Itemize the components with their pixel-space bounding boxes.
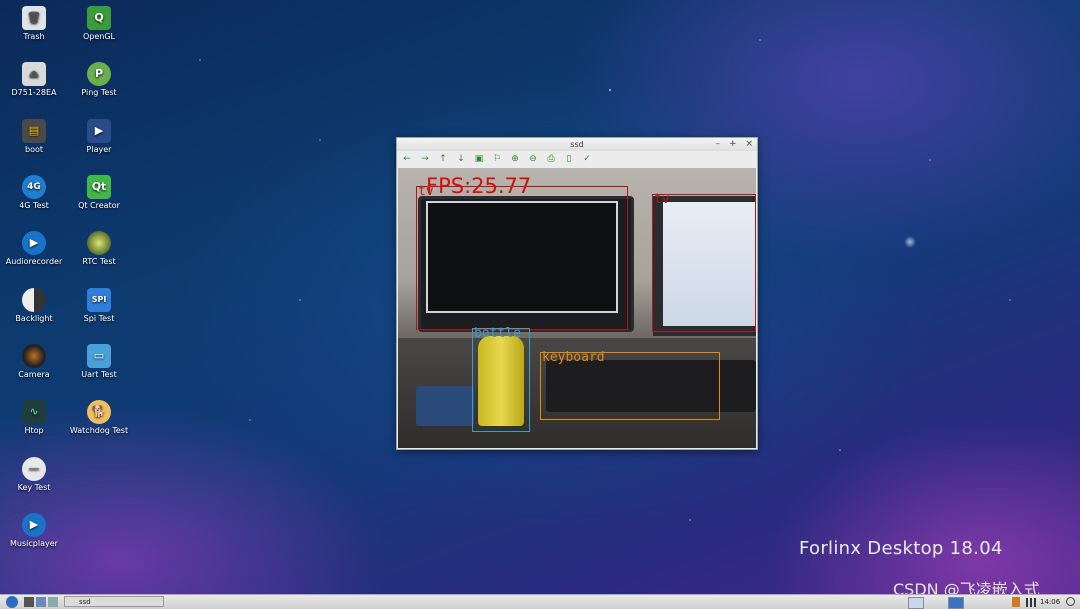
close-button[interactable]: × <box>745 139 753 149</box>
uart-icon: ▭ <box>87 344 111 368</box>
minimize-button[interactable]: – <box>716 139 721 149</box>
show-desktop-icon[interactable] <box>48 597 58 607</box>
clock[interactable]: 14:06 <box>1040 595 1060 609</box>
desktop-icon-qt[interactable]: Qt Qt Creator <box>67 175 131 211</box>
zoom-out-icon[interactable]: ⊖ <box>527 153 539 165</box>
usb-drive-icon: ⏏ <box>22 62 46 86</box>
camera-view: tv tv bottle keyboard FPS:25.77 <box>398 168 756 448</box>
ssd-window[interactable]: ssd – + × ← → ↑ ↓ ▣ ⚐ ⊕ ⊖ ⎙ ▯ ✓ tv tv bo… <box>396 137 758 450</box>
window-titlebar[interactable]: ssd – + × <box>397 138 757 151</box>
desktop-icon-musicplayer[interactable]: ▶ Musicplayer <box>2 513 66 549</box>
player-icon: ▶ <box>87 119 111 143</box>
pan-right-icon[interactable]: → <box>419 153 431 165</box>
board-object <box>416 386 474 426</box>
detection-label-tv-2: tv <box>654 192 670 207</box>
4g-icon: 4G <box>22 175 46 199</box>
music-icon: ▶ <box>22 513 46 537</box>
audio-icon: ▶ <box>22 231 46 255</box>
desktop-icon-backlight[interactable]: Backlight <box>2 288 66 324</box>
taskbar: ssd 14:06 <box>0 594 1080 609</box>
image-toolbar: ← → ↑ ↓ ▣ ⚐ ⊕ ⊖ ⎙ ▯ ✓ <box>397 151 757 167</box>
volume-icon[interactable] <box>1012 597 1020 607</box>
opengl-icon: Q <box>87 6 111 30</box>
desktop-icon-htop[interactable]: ∿ Htop <box>2 400 66 436</box>
desktop-icon-watchdog[interactable]: 🐕 Watchdog Test <box>67 400 131 436</box>
pan-up-icon[interactable]: ↑ <box>437 153 449 165</box>
properties-icon[interactable]: ✓ <box>581 153 593 165</box>
desktop-icon-boot[interactable]: ▤ boot <box>2 119 66 155</box>
detection-label-bottle: bottle <box>474 326 521 341</box>
taskbar-item-ssd[interactable]: ssd <box>64 596 164 607</box>
desktop-icon-4g[interactable]: 4G 4G Test <box>2 175 66 211</box>
rtc-icon <box>87 231 111 255</box>
pan-down-icon[interactable]: ↓ <box>455 153 467 165</box>
desktop-icon-uart[interactable]: ▭ Uart Test <box>67 344 131 380</box>
pan-left-icon[interactable]: ← <box>401 153 413 165</box>
save-icon[interactable]: ⎙ <box>545 153 557 165</box>
backlight-icon <box>22 288 46 312</box>
fps-readout: FPS:25.77 <box>426 174 532 198</box>
ping-icon: P <box>87 62 111 86</box>
detection-box-bottle <box>472 328 530 432</box>
zoom-fit-icon[interactable]: ▣ <box>473 153 485 165</box>
key-icon: — <box>22 457 46 481</box>
watchdog-icon: 🐕 <box>87 400 111 424</box>
drive-icon: ▤ <box>22 119 46 143</box>
network-icon[interactable] <box>1026 598 1036 607</box>
desktop-watermark: Forlinx Desktop 18.04 <box>799 538 1003 559</box>
desktop-icon-rtc[interactable]: RTC Test <box>67 231 131 267</box>
workspace-switcher-1[interactable] <box>908 597 924 609</box>
filemanager-launcher-icon[interactable] <box>36 597 46 607</box>
detection-label-keyboard: keyboard <box>542 350 605 365</box>
workspace-switcher-2[interactable] <box>948 597 964 609</box>
detection-box-tv-1 <box>416 186 628 330</box>
desktop-icon-player[interactable]: ▶ Player <box>67 119 131 155</box>
window-controls: – + × <box>710 138 753 151</box>
zoom-original-icon[interactable]: ⚐ <box>491 153 503 165</box>
terminal-launcher-icon[interactable] <box>24 597 34 607</box>
maximize-button[interactable]: + <box>729 139 737 149</box>
power-icon[interactable] <box>1066 597 1075 606</box>
desktop-icon-trash[interactable]: 🗑 Trash <box>2 6 66 42</box>
camera-icon <box>22 344 46 368</box>
desktop-icon-spi[interactable]: SPI Spi Test <box>67 288 131 324</box>
trash-icon: 🗑 <box>22 6 46 30</box>
spi-icon: SPI <box>87 288 111 312</box>
desktop-icon-audiorecorder[interactable]: ▶ Audiorecorder <box>2 231 66 267</box>
desktop-icon-ping[interactable]: P Ping Test <box>67 62 131 98</box>
htop-icon: ∿ <box>22 400 46 424</box>
window-title: ssd <box>570 140 584 149</box>
start-menu-icon[interactable] <box>6 596 18 608</box>
desktop-icon-opengl[interactable]: Q OpenGL <box>67 6 131 42</box>
detection-box-tv-2 <box>652 194 756 332</box>
copy-icon[interactable]: ▯ <box>563 153 575 165</box>
zoom-in-icon[interactable]: ⊕ <box>509 153 521 165</box>
desktop-icon-usb[interactable]: ⏏ D751-28EA <box>2 62 66 98</box>
desktop-icon-keytest[interactable]: — Key Test <box>2 457 66 493</box>
desktop-icon-camera[interactable]: Camera <box>2 344 66 380</box>
qt-icon: Qt <box>87 175 111 199</box>
